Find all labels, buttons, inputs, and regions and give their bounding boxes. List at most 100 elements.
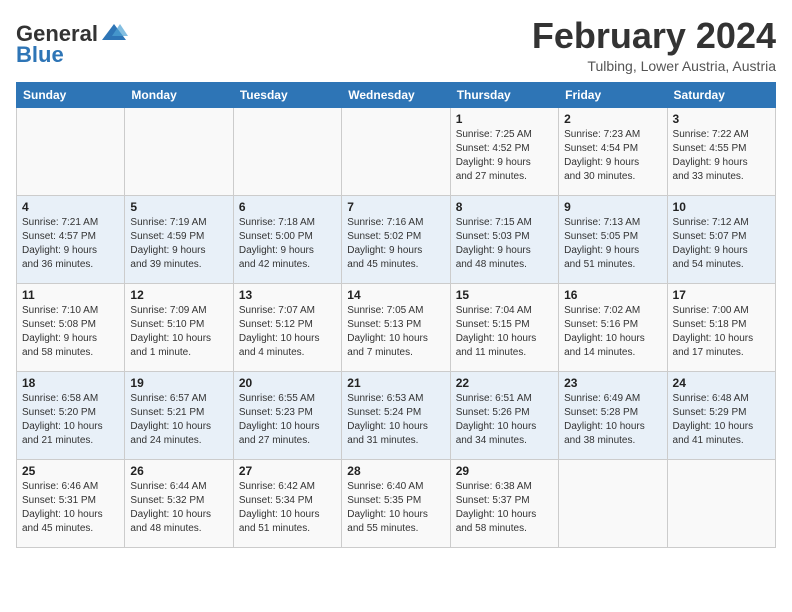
day-number: 20 [239,376,336,390]
header-friday: Friday [559,82,667,107]
month-year-title: February 2024 [532,16,776,56]
header-tuesday: Tuesday [233,82,341,107]
day-info: Sunrise: 6:51 AM Sunset: 5:26 PM Dayligh… [456,392,553,448]
day-info: Sunrise: 7:07 AM Sunset: 5:12 PM Dayligh… [239,304,336,360]
calendar-cell: 15Sunrise: 7:04 AM Sunset: 5:15 PM Dayli… [450,283,558,371]
week-row-3: 11Sunrise: 7:10 AM Sunset: 5:08 PM Dayli… [17,283,776,371]
calendar-cell: 12 Sunrise: 7:09 AM Sunset: 5:10 PM Dayli… [125,283,233,371]
day-info: Sunrise: 7:21 AM Sunset: 4:57 PM Dayligh… [22,216,119,272]
calendar-cell: 10Sunrise: 7:12 AM Sunset: 5:07 PM Dayli… [667,195,775,283]
calendar-cell: 17Sunrise: 7:00 AM Sunset: 5:18 PM Dayli… [667,283,775,371]
day-info: Sunrise: 6:55 AM Sunset: 5:23 PM Dayligh… [239,392,336,448]
day-info: Sunrise: 6:46 AM Sunset: 5:31 PM Dayligh… [22,480,119,536]
calendar-cell: 26 Sunrise: 6:44 AM Sunset: 5:32 PM Dayli… [125,459,233,547]
calendar-header: SundayMondayTuesdayWednesdayThursdayFrid… [17,82,776,107]
day-number: 13 [239,288,336,302]
week-row-5: 25 Sunrise: 6:46 AM Sunset: 5:31 PM Dayli… [17,459,776,547]
calendar-cell: 21 Sunrise: 6:53 AM Sunset: 5:24 PM Dayli… [342,371,450,459]
calendar-cell: 24 Sunrise: 6:48 AM Sunset: 5:29 PM Dayli… [667,371,775,459]
calendar-cell: 4Sunrise: 7:21 AM Sunset: 4:57 PM Daylig… [17,195,125,283]
day-number: 28 [347,464,444,478]
day-info: Sunrise: 6:38 AM Sunset: 5:37 PM Dayligh… [456,480,553,536]
title-area: February 2024 Tulbing, Lower Austria, Au… [532,16,776,74]
day-info: Sunrise: 6:53 AM Sunset: 5:24 PM Dayligh… [347,392,444,448]
location-subtitle: Tulbing, Lower Austria, Austria [532,58,776,74]
calendar-cell: 14Sunrise: 7:05 AM Sunset: 5:13 PM Dayli… [342,283,450,371]
day-info: Sunrise: 7:15 AM Sunset: 5:03 PM Dayligh… [456,216,553,272]
day-info: Sunrise: 6:58 AM Sunset: 5:20 PM Dayligh… [22,392,119,448]
calendar-cell: 2 Sunrise: 7:23 AM Sunset: 4:54 PM Daylig… [559,107,667,195]
day-info: Sunrise: 7:02 AM Sunset: 5:16 PM Dayligh… [564,304,661,360]
day-info: Sunrise: 7:09 AM Sunset: 5:10 PM Dayligh… [130,304,227,360]
day-number: 10 [673,200,770,214]
day-number: 29 [456,464,553,478]
day-number: 12 [130,288,227,302]
calendar-cell: 16Sunrise: 7:02 AM Sunset: 5:16 PM Dayli… [559,283,667,371]
day-info: Sunrise: 7:18 AM Sunset: 5:00 PM Dayligh… [239,216,336,272]
header-sunday: Sunday [17,82,125,107]
header-thursday: Thursday [450,82,558,107]
day-number: 22 [456,376,553,390]
day-number: 5 [130,200,227,214]
logo: General Blue [16,20,128,67]
header-row: SundayMondayTuesdayWednesdayThursdayFrid… [17,82,776,107]
day-number: 24 [673,376,770,390]
calendar-cell: 28Sunrise: 6:40 AM Sunset: 5:35 PM Dayli… [342,459,450,547]
day-info: Sunrise: 6:48 AM Sunset: 5:29 PM Dayligh… [673,392,770,448]
calendar-cell [342,107,450,195]
calendar-cell: 29 Sunrise: 6:38 AM Sunset: 5:37 PM Dayli… [450,459,558,547]
day-number: 8 [456,200,553,214]
day-number: 2 [564,112,661,126]
calendar-cell: 8 Sunrise: 7:15 AM Sunset: 5:03 PM Daylig… [450,195,558,283]
page-header: General Blue February 2024 Tulbing, Lowe… [16,16,776,74]
calendar-cell: 5 Sunrise: 7:19 AM Sunset: 4:59 PM Daylig… [125,195,233,283]
day-number: 17 [673,288,770,302]
week-row-1: 1 Sunrise: 7:25 AM Sunset: 4:52 PM Daylig… [17,107,776,195]
calendar-cell: 11Sunrise: 7:10 AM Sunset: 5:08 PM Dayli… [17,283,125,371]
day-number: 23 [564,376,661,390]
day-number: 26 [130,464,227,478]
day-info: Sunrise: 6:42 AM Sunset: 5:34 PM Dayligh… [239,480,336,536]
calendar-cell [233,107,341,195]
logo-text-blue: Blue [16,42,64,67]
calendar-cell: 25 Sunrise: 6:46 AM Sunset: 5:31 PM Dayli… [17,459,125,547]
calendar-cell: 18Sunrise: 6:58 AM Sunset: 5:20 PM Dayli… [17,371,125,459]
logo-icon [100,20,128,48]
day-info: Sunrise: 7:19 AM Sunset: 4:59 PM Dayligh… [130,216,227,272]
calendar-cell: 1 Sunrise: 7:25 AM Sunset: 4:52 PM Daylig… [450,107,558,195]
calendar-cell [559,459,667,547]
week-row-2: 4Sunrise: 7:21 AM Sunset: 4:57 PM Daylig… [17,195,776,283]
day-info: Sunrise: 6:57 AM Sunset: 5:21 PM Dayligh… [130,392,227,448]
calendar-cell: 27Sunrise: 6:42 AM Sunset: 5:34 PM Dayli… [233,459,341,547]
day-info: Sunrise: 7:25 AM Sunset: 4:52 PM Dayligh… [456,128,553,184]
week-row-4: 18Sunrise: 6:58 AM Sunset: 5:20 PM Dayli… [17,371,776,459]
day-number: 9 [564,200,661,214]
header-saturday: Saturday [667,82,775,107]
day-info: Sunrise: 6:44 AM Sunset: 5:32 PM Dayligh… [130,480,227,536]
day-number: 3 [673,112,770,126]
calendar-cell: 22 Sunrise: 6:51 AM Sunset: 5:26 PM Dayli… [450,371,558,459]
day-info: Sunrise: 6:49 AM Sunset: 5:28 PM Dayligh… [564,392,661,448]
day-number: 21 [347,376,444,390]
day-number: 15 [456,288,553,302]
day-info: Sunrise: 7:23 AM Sunset: 4:54 PM Dayligh… [564,128,661,184]
calendar-cell: 9 Sunrise: 7:13 AM Sunset: 5:05 PM Daylig… [559,195,667,283]
calendar-cell: 19 Sunrise: 6:57 AM Sunset: 5:21 PM Dayli… [125,371,233,459]
calendar-table: SundayMondayTuesdayWednesdayThursdayFrid… [16,82,776,548]
header-wednesday: Wednesday [342,82,450,107]
day-info: Sunrise: 7:13 AM Sunset: 5:05 PM Dayligh… [564,216,661,272]
day-info: Sunrise: 7:05 AM Sunset: 5:13 PM Dayligh… [347,304,444,360]
day-info: Sunrise: 7:22 AM Sunset: 4:55 PM Dayligh… [673,128,770,184]
day-info: Sunrise: 7:16 AM Sunset: 5:02 PM Dayligh… [347,216,444,272]
day-number: 19 [130,376,227,390]
calendar-cell: 13 Sunrise: 7:07 AM Sunset: 5:12 PM Dayli… [233,283,341,371]
day-number: 7 [347,200,444,214]
calendar-cell: 6Sunrise: 7:18 AM Sunset: 5:00 PM Daylig… [233,195,341,283]
day-number: 25 [22,464,119,478]
day-number: 11 [22,288,119,302]
day-number: 1 [456,112,553,126]
calendar-cell: 20 Sunrise: 6:55 AM Sunset: 5:23 PM Dayli… [233,371,341,459]
calendar-cell [17,107,125,195]
calendar-cell [125,107,233,195]
calendar-body: 1 Sunrise: 7:25 AM Sunset: 4:52 PM Daylig… [17,107,776,547]
